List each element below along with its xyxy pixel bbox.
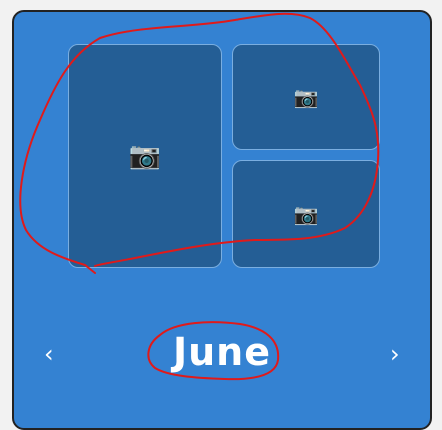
- previous-month-button[interactable]: ‹: [44, 342, 54, 366]
- photo-tile-top-right[interactable]: 📷: [232, 44, 380, 150]
- camera-icon: 📷: [293, 85, 319, 109]
- month-label: June: [172, 330, 272, 374]
- photo-tile-large[interactable]: 📷: [68, 44, 222, 268]
- photo-tile-bottom-right[interactable]: 📷: [232, 160, 380, 268]
- camera-icon: 📷: [293, 202, 319, 226]
- next-month-button[interactable]: ›: [390, 342, 400, 366]
- camera-icon: 📷: [128, 141, 162, 171]
